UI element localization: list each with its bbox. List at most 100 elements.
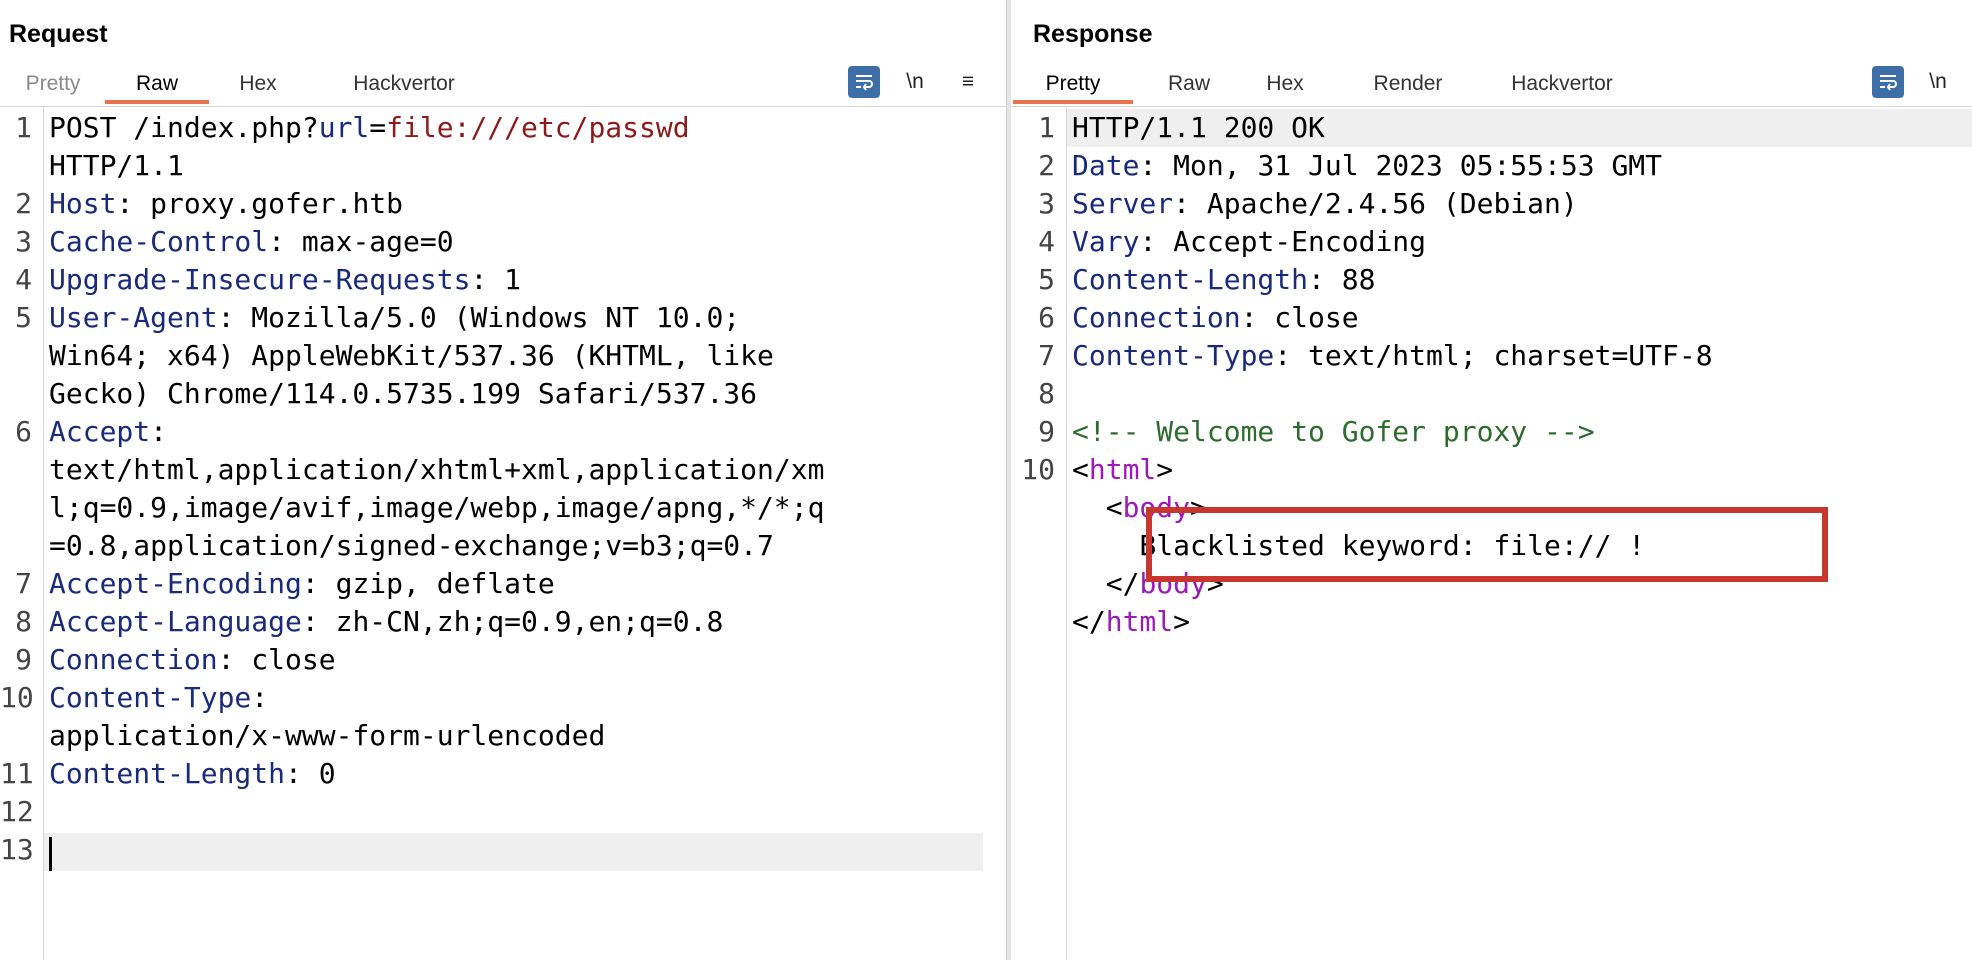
request-editor[interactable]: 1 POST /index.php?url=file:///etc/passwd H… bbox=[0, 107, 1006, 960]
line-text: Cache-Control: max-age=0 bbox=[49, 223, 454, 261]
line-number: 1 bbox=[15, 111, 32, 144]
line-number: 4 bbox=[15, 263, 32, 296]
code-token: l;q=0.9,image/avif,image/webp,image/apng… bbox=[49, 491, 825, 524]
wrap-lines-icon[interactable] bbox=[1872, 66, 1904, 98]
code-token: Gecko) Chrome/114.0.5735.199 Safari/537.… bbox=[49, 377, 758, 410]
code-token: : proxy.gofer.htb bbox=[116, 187, 404, 220]
code-token: Content-Type bbox=[49, 681, 252, 714]
line-text: Gecko) Chrome/114.0.5735.199 Safari/537.… bbox=[49, 375, 757, 413]
line-number: 6 bbox=[1038, 301, 1055, 334]
line-text: Win64; x64) AppleWebKit/537.36 (KHTML, l… bbox=[49, 337, 774, 375]
code-line: 8 bbox=[1011, 375, 1972, 413]
code-token: : bbox=[251, 681, 269, 714]
request-tab-hex[interactable]: Hex bbox=[233, 66, 283, 104]
annotation-highlight-box bbox=[1146, 507, 1828, 582]
line-text: </html> bbox=[1072, 603, 1190, 641]
code-line: 1 POST /index.php?url=file:///etc/passwd bbox=[0, 109, 1006, 147]
line-number: 9 bbox=[15, 643, 32, 676]
code-line: 12 bbox=[0, 793, 1006, 831]
line-number: 7 bbox=[15, 567, 32, 600]
code-line: Gecko) Chrome/114.0.5735.199 Safari/537.… bbox=[0, 375, 1006, 413]
response-tab-render[interactable]: Render bbox=[1363, 66, 1453, 104]
code-token: < bbox=[1072, 491, 1123, 524]
line-text: HTTP/1.1 200 OK bbox=[1072, 109, 1325, 147]
code-token: application/x-www-form-urlencoded bbox=[49, 719, 606, 752]
code-line: 4 Upgrade-Insecure-Requests: 1 bbox=[0, 261, 1006, 299]
code-token: html bbox=[1088, 453, 1157, 486]
code-token: =0.8,application/signed-exchange;v=b3;q=… bbox=[49, 529, 774, 562]
line-number: 12 bbox=[0, 795, 34, 828]
line-text: Content-Type: bbox=[49, 679, 268, 717]
code-line: 9 <!-- Welcome to Gofer proxy --> bbox=[1011, 413, 1972, 451]
code-line: 3 Server: Apache/2.4.56 (Debian) bbox=[1011, 185, 1972, 223]
line-text: Host: proxy.gofer.htb bbox=[49, 185, 403, 223]
code-token: Content-Length bbox=[49, 757, 286, 790]
line-number: 3 bbox=[15, 225, 32, 258]
line-text: Content-Length: 0 bbox=[49, 755, 336, 793]
response-pane: Response Pretty Raw Hex Render Hackverto… bbox=[1011, 0, 1972, 960]
code-token: Content-Type bbox=[1072, 339, 1275, 372]
code-token: : close bbox=[217, 643, 336, 676]
code-line: 10 <html> bbox=[1011, 451, 1972, 489]
line-text: Date: Mon, 31 Jul 2023 05:55:53 GMT bbox=[1072, 147, 1662, 185]
code-line: 1 HTTP/1.1 200 OK bbox=[1011, 109, 1972, 147]
code-line: 10 Content-Type: bbox=[0, 679, 1006, 717]
code-line: 5 Content-Length: 88 bbox=[1011, 261, 1972, 299]
code-line: 2 Date: Mon, 31 Jul 2023 05:55:53 GMT bbox=[1011, 147, 1972, 185]
code-token: Accept-Encoding bbox=[49, 567, 302, 600]
wrap-lines-icon[interactable] bbox=[848, 66, 880, 98]
line-number: 5 bbox=[15, 301, 32, 334]
code-token: User-Agent bbox=[49, 301, 218, 334]
code-line: text/html,application/xhtml+xml,applicat… bbox=[0, 451, 1006, 489]
line-text: <!-- Welcome to Gofer proxy --> bbox=[1072, 413, 1595, 451]
code-token: Upgrade-Insecure-Requests bbox=[49, 263, 471, 296]
line-text: Content-Length: 88 bbox=[1072, 261, 1375, 299]
code-line: 3 Cache-Control: max-age=0 bbox=[0, 223, 1006, 261]
code-token: : Accept-Encoding bbox=[1139, 225, 1427, 258]
line-text: Server: Apache/2.4.56 (Debian) bbox=[1072, 185, 1578, 223]
newline-toggle-button[interactable]: \n bbox=[1923, 66, 1953, 98]
code-token: html bbox=[1105, 605, 1174, 638]
hamburger-menu-icon[interactable]: ≡ bbox=[953, 66, 983, 98]
response-tab-pretty[interactable]: Pretty bbox=[1013, 66, 1133, 104]
line-text: Accept-Language: zh-CN,zh;q=0.9,en;q=0.8 bbox=[49, 603, 723, 641]
code-token: Vary bbox=[1072, 225, 1140, 258]
newline-toggle-button[interactable]: \n bbox=[900, 66, 930, 98]
code-token: : Mozilla/5.0 (Windows NT 10.0; bbox=[217, 301, 741, 334]
line-number: 5 bbox=[1038, 263, 1055, 296]
code-line: </html> bbox=[1011, 603, 1972, 641]
code-token: Win64; x64) AppleWebKit/537.36 (KHTML, l… bbox=[49, 339, 774, 372]
request-tab-hackvertor[interactable]: Hackvertor bbox=[339, 66, 469, 104]
code-token: : Apache/2.4.56 (Debian) bbox=[1173, 187, 1578, 220]
code-token: = bbox=[369, 111, 387, 144]
code-line: 5 User-Agent: Mozilla/5.0 (Windows NT 10.… bbox=[0, 299, 1006, 337]
code-token: : max-age=0 bbox=[268, 225, 454, 258]
code-token: text/html,application/xhtml+xml,applicat… bbox=[49, 453, 825, 486]
line-text: Connection: close bbox=[1072, 299, 1359, 337]
line-text: HTTP/1.1 bbox=[49, 147, 184, 185]
line-text: =0.8,application/signed-exchange;v=b3;q=… bbox=[49, 527, 774, 565]
response-tab-raw[interactable]: Raw bbox=[1159, 66, 1219, 104]
request-title: Request bbox=[9, 20, 108, 48]
line-text: text/html,application/xhtml+xml,applicat… bbox=[49, 451, 824, 489]
request-tab-raw[interactable]: Raw bbox=[105, 66, 209, 104]
request-tab-pretty[interactable]: Pretty bbox=[19, 66, 87, 104]
code-line: HTTP/1.1 bbox=[0, 147, 1006, 185]
code-token: Content-Length bbox=[1072, 263, 1309, 296]
response-tab-hackvertor[interactable]: Hackvertor bbox=[1497, 66, 1627, 104]
response-tab-hex[interactable]: Hex bbox=[1260, 66, 1310, 104]
code-token: : 1 bbox=[470, 263, 522, 296]
code-token: </ bbox=[1072, 567, 1140, 600]
line-number: 3 bbox=[1038, 187, 1055, 220]
line-number: 6 bbox=[15, 415, 32, 448]
code-token: Cache-Control bbox=[49, 225, 269, 258]
code-token: : 0 bbox=[285, 757, 336, 790]
code-line: 11 Content-Length: 0 bbox=[0, 755, 1006, 793]
code-token: : bbox=[150, 415, 168, 448]
line-number: 13 bbox=[0, 833, 34, 866]
line-number: 2 bbox=[1038, 149, 1055, 182]
code-token: Connection bbox=[49, 643, 218, 676]
line-number: 10 bbox=[1021, 453, 1055, 486]
line-number: 8 bbox=[15, 605, 32, 638]
code-line: =0.8,application/signed-exchange;v=b3;q=… bbox=[0, 527, 1006, 565]
